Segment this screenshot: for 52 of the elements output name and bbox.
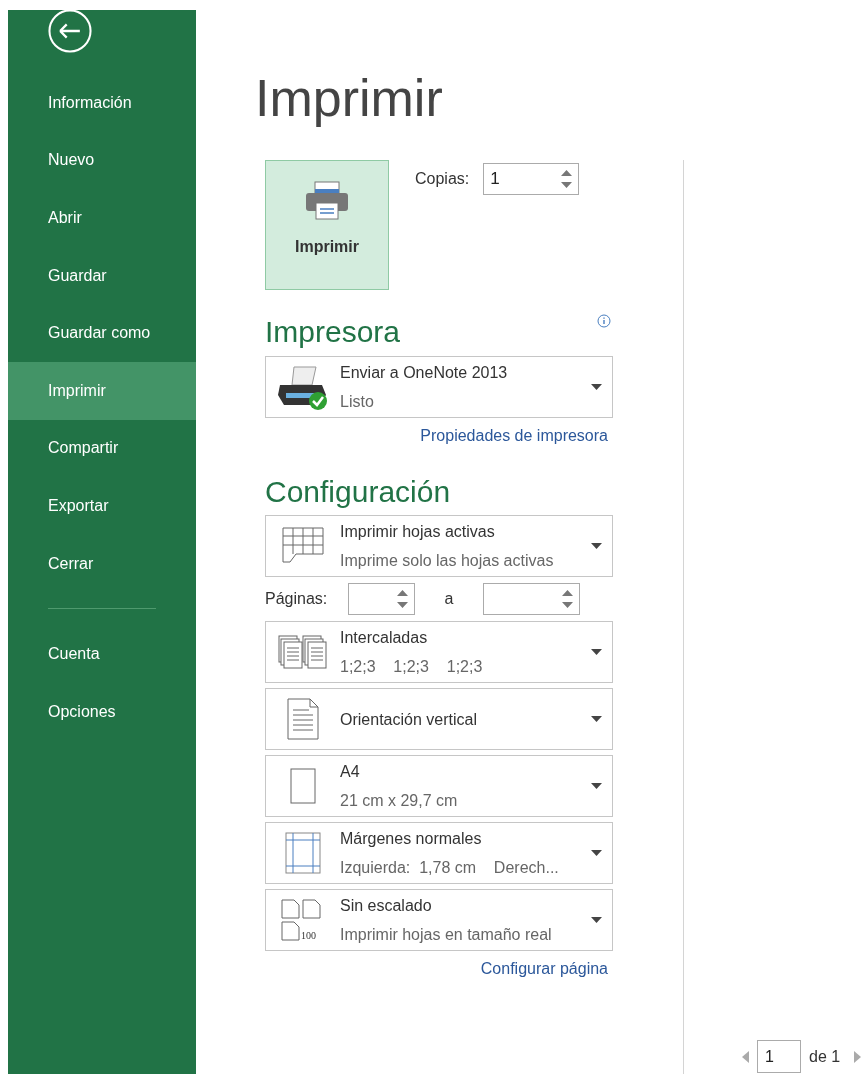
pages-label: Páginas: bbox=[265, 589, 329, 609]
spin-arrows-icon[interactable] bbox=[397, 588, 408, 610]
section-heading: Configuración bbox=[265, 474, 452, 510]
next-page-icon[interactable] bbox=[854, 1050, 862, 1063]
blank-page-icon bbox=[290, 768, 316, 804]
settings-dropdown[interactable]: 100 Sin escalado Imprimir hojas en tamaño real bbox=[265, 889, 613, 951]
sidebar-item[interactable]: Cerrar bbox=[8, 534, 196, 593]
settings-dropdown[interactable]: Orientación vertical bbox=[265, 688, 613, 750]
printer-icon bbox=[305, 181, 349, 221]
page-margins-icon bbox=[285, 832, 321, 874]
portrait-page-icon bbox=[287, 698, 319, 740]
page-number-field[interactable]: 1 bbox=[757, 1040, 801, 1073]
dropdown-caret-icon bbox=[591, 783, 602, 789]
copies-label: Copias: bbox=[415, 169, 470, 189]
previous-page-icon[interactable] bbox=[742, 1050, 749, 1063]
sidebar-item[interactable]: Nuevo bbox=[8, 131, 196, 190]
printer-check-icon bbox=[276, 363, 330, 411]
dropdown-caret-icon bbox=[591, 850, 602, 856]
dropdown-caret-icon bbox=[591, 716, 602, 722]
info-icon[interactable] bbox=[597, 314, 611, 328]
settings-dropdown[interactable]: Márgenes normales Izquierda: 1,78 cm Derech... bbox=[265, 822, 613, 884]
sidebar-item[interactable]: Guardar como bbox=[8, 304, 196, 362]
sidebar-item[interactable]: Guardar bbox=[8, 246, 196, 305]
sheet-grid-icon bbox=[282, 527, 324, 565]
section-heading: Impresora bbox=[265, 314, 401, 350]
page-count: de 1 bbox=[809, 1046, 841, 1067]
settings-dropdown[interactable]: Intercaladas 1;2;3 1;2;3 1;2;3 bbox=[265, 621, 613, 683]
collated-pages-icon bbox=[278, 635, 328, 669]
settings-dropdown[interactable]: Imprimir hojas activas Imprime solo las hojas activas bbox=[265, 515, 613, 577]
sidebar-item[interactable]: Abrir bbox=[8, 189, 196, 247]
sidebar-item[interactable]: Información bbox=[8, 74, 196, 132]
sidebar-item[interactable]: Exportar bbox=[8, 477, 196, 535]
range-separator: a bbox=[443, 589, 455, 609]
print-button[interactable]: Imprimir bbox=[265, 160, 389, 290]
copies-field[interactable]: 1 bbox=[483, 163, 580, 195]
dropdown-caret-icon bbox=[591, 649, 602, 655]
dropdown-caret-icon bbox=[591, 917, 602, 923]
printer-dropdown[interactable]: Enviar a OneNote 2013 Listo bbox=[265, 356, 613, 418]
spin-arrows-icon[interactable] bbox=[562, 588, 573, 610]
sidebar-item[interactable]: Imprimir bbox=[8, 361, 196, 420]
page-setup-link[interactable]: Configurar página bbox=[480, 959, 608, 979]
dropdown-caret-icon bbox=[591, 543, 602, 549]
dropdown-caret-icon bbox=[591, 384, 602, 390]
spin-arrows-icon[interactable] bbox=[561, 168, 573, 190]
page-from-field[interactable] bbox=[348, 583, 415, 615]
settings-dropdown[interactable]: A4 21 cm x 29,7 cm bbox=[265, 755, 613, 817]
sidebar-item[interactable]: Cuenta bbox=[8, 625, 196, 683]
sidebar-item[interactable]: Opciones bbox=[8, 682, 196, 741]
sidebar-item[interactable]: Compartir bbox=[8, 419, 196, 478]
page-title: Imprimir bbox=[255, 68, 444, 129]
printer-properties-link[interactable]: Propiedades de impresora bbox=[420, 426, 608, 446]
page-to-field[interactable] bbox=[483, 583, 580, 615]
